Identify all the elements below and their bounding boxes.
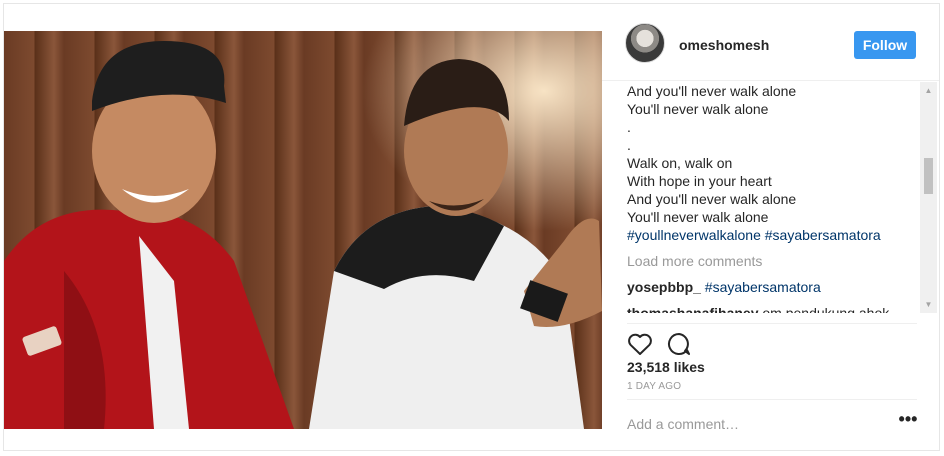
comment-item: thomashanafihaney om pendukung ahok	[627, 304, 919, 313]
caption-line: With hope in your heart	[627, 173, 772, 189]
caption-line: .	[627, 119, 631, 135]
ellipsis-icon[interactable]: •••	[897, 410, 919, 434]
hashtag-link[interactable]: #sayabersamatora	[705, 279, 821, 295]
comments-scrollbar[interactable]: ▲ ▼	[920, 82, 937, 313]
scroll-down-arrow-icon[interactable]: ▼	[920, 296, 937, 313]
load-more-comments-link[interactable]: Load more comments	[627, 252, 919, 270]
caption-line: You'll never walk alone	[627, 209, 769, 225]
hashtag-link[interactable]: #youllneverwalkalone	[627, 227, 761, 243]
caption-line: And you'll never walk alone	[627, 83, 797, 99]
follow-button[interactable]: Follow	[854, 31, 916, 59]
comments-list[interactable]: And you'll never walk alone You'll never…	[627, 82, 919, 313]
avatar[interactable]	[625, 23, 665, 63]
comment-text: om pendukung ahok	[762, 305, 890, 313]
caption-line: And you'll never walk alone	[627, 191, 797, 207]
comment-input[interactable]	[627, 412, 877, 436]
comment-username[interactable]: thomashanafihaney	[627, 305, 758, 313]
add-comment-section: •••	[627, 399, 917, 450]
likes-count[interactable]: 23,518 likes	[627, 359, 705, 375]
scrollbar-thumb[interactable]	[924, 158, 933, 194]
action-bar	[627, 323, 917, 355]
comment-username[interactable]: yosepbbp_	[627, 279, 701, 295]
post-timestamp[interactable]: 1 DAY AGO	[627, 381, 681, 392]
speech-bubble-icon[interactable]	[667, 332, 695, 360]
post-sidebar: omeshomesh Follow And you'll never walk …	[602, 4, 939, 450]
heart-icon[interactable]	[627, 332, 655, 360]
hashtag-link[interactable]: #sayabersamatora	[765, 227, 881, 243]
post-header: omeshomesh Follow	[602, 4, 939, 81]
post-card: omeshomesh Follow And you'll never walk …	[3, 3, 940, 451]
caption-line: You'll never walk alone	[627, 101, 769, 117]
caption-line: Walk on, walk on	[627, 155, 733, 171]
caption-hashtags: #youllneverwalkalone #sayabersamatora	[627, 226, 919, 244]
username[interactable]: omeshomesh	[679, 37, 769, 53]
comment-item: yosepbbp_ #sayabersamatora	[627, 278, 919, 296]
caption-line: .	[627, 137, 631, 153]
photo-illustration	[4, 41, 602, 429]
scroll-up-arrow-icon[interactable]: ▲	[920, 82, 937, 99]
post-photo[interactable]	[4, 31, 602, 429]
